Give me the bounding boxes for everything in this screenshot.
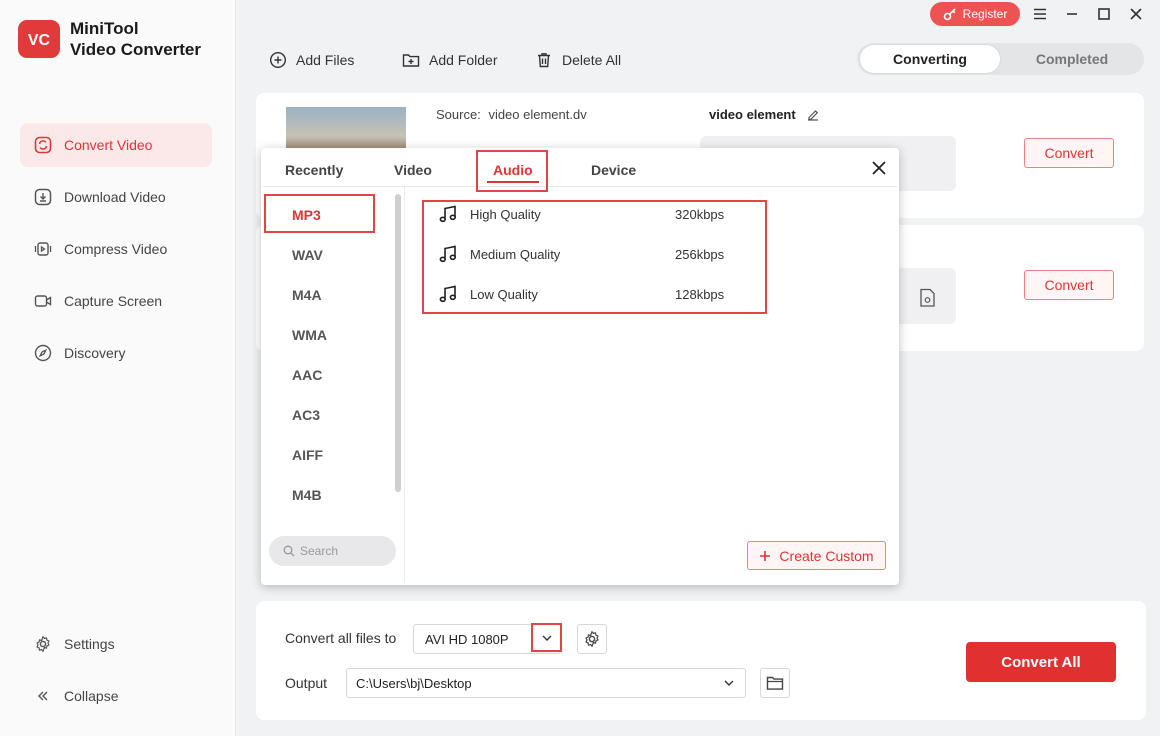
format-list-divider bbox=[404, 187, 405, 583]
sidebar-item-compress-video[interactable]: Compress Video bbox=[20, 227, 212, 271]
sidebar-item-label: Discovery bbox=[64, 345, 126, 361]
tab-recently[interactable]: Recently bbox=[285, 162, 343, 178]
highlight-box-mp3 bbox=[264, 194, 375, 233]
convert-icon bbox=[34, 136, 52, 154]
folder-icon bbox=[766, 675, 784, 691]
close-popup-icon[interactable] bbox=[871, 160, 887, 176]
convert-button[interactable]: Convert bbox=[1024, 138, 1114, 168]
edit-icon[interactable] bbox=[806, 108, 820, 122]
sidebar-item-discovery[interactable]: Discovery bbox=[20, 331, 212, 375]
sidebar-item-capture-screen[interactable]: Capture Screen bbox=[20, 279, 212, 323]
tab-video[interactable]: Video bbox=[394, 162, 432, 178]
sidebar-item-label: Capture Screen bbox=[64, 293, 163, 309]
add-file-icon bbox=[269, 51, 287, 69]
tab-device[interactable]: Device bbox=[591, 162, 636, 178]
sidebar-item-download-video[interactable]: Download Video bbox=[20, 175, 212, 219]
camera-icon bbox=[34, 292, 52, 310]
sidebar-item-convert-video[interactable]: Convert Video bbox=[20, 123, 212, 167]
svg-text:VC: VC bbox=[28, 32, 51, 49]
gear-icon bbox=[34, 635, 52, 653]
app-name-line2: Video Converter bbox=[70, 40, 202, 59]
search-placeholder: Search bbox=[300, 544, 339, 558]
target-name: video element bbox=[709, 107, 820, 122]
sidebar-item-label: Download Video bbox=[64, 189, 166, 205]
add-files-label: Add Files bbox=[296, 52, 355, 68]
gear-icon bbox=[583, 630, 601, 648]
output-path-select[interactable]: C:\Users\bj\Desktop bbox=[346, 668, 746, 698]
search-icon bbox=[283, 545, 295, 557]
delete-all-label: Delete All bbox=[562, 52, 622, 68]
app-name-line1: MiniTool bbox=[70, 19, 139, 38]
format-aac[interactable]: AAC bbox=[292, 367, 322, 383]
close-icon[interactable] bbox=[1126, 4, 1146, 24]
format-m4b[interactable]: M4B bbox=[292, 487, 322, 503]
sidebar-item-label: Compress Video bbox=[64, 241, 168, 257]
popup-divider bbox=[263, 186, 897, 187]
format-list-scrollbar[interactable] bbox=[395, 194, 401, 492]
highlight-box-audio-tab bbox=[476, 150, 548, 192]
format-wma[interactable]: WMA bbox=[292, 327, 327, 343]
create-custom-label: Create Custom bbox=[779, 547, 874, 564]
compass-icon bbox=[34, 344, 52, 362]
format-search-input[interactable]: Search bbox=[269, 536, 396, 566]
format-settings-button[interactable] bbox=[577, 624, 607, 654]
register-label: Register bbox=[962, 7, 1008, 21]
target-format-value: AVI HD 1080P bbox=[425, 631, 509, 647]
output-label: Output bbox=[285, 675, 328, 691]
minimize-icon[interactable] bbox=[1062, 4, 1082, 24]
format-m4a[interactable]: M4A bbox=[292, 287, 322, 303]
browse-folder-button[interactable] bbox=[760, 668, 790, 698]
format-aiff[interactable]: AIFF bbox=[292, 447, 323, 463]
create-custom-button[interactable]: Create Custom bbox=[747, 541, 886, 570]
register-button[interactable]: Register bbox=[930, 2, 1020, 26]
output-path-value: C:\Users\bj\Desktop bbox=[356, 675, 472, 691]
file-settings-icon[interactable] bbox=[919, 288, 937, 308]
source-label: Source: bbox=[436, 107, 481, 122]
source-info: Source: video element.dv bbox=[436, 107, 587, 122]
source-filename: video element.dv bbox=[488, 107, 587, 122]
sidebar-collapse[interactable]: Collapse bbox=[20, 674, 212, 718]
key-icon bbox=[943, 7, 957, 21]
settings-label: Settings bbox=[64, 636, 115, 652]
add-folder-icon bbox=[402, 51, 420, 69]
menu-icon[interactable] bbox=[1030, 4, 1050, 24]
add-files-button[interactable]: Add Files bbox=[269, 48, 354, 72]
format-ac3[interactable]: AC3 bbox=[292, 407, 320, 423]
delete-all-button[interactable]: Delete All bbox=[535, 48, 621, 72]
app-logo: VC bbox=[18, 20, 60, 58]
double-chevron-left-icon bbox=[34, 687, 52, 705]
add-folder-label: Add Folder bbox=[429, 52, 498, 68]
collapse-label: Collapse bbox=[64, 688, 119, 704]
chevron-down-icon bbox=[541, 634, 553, 642]
convert-all-files-label: Convert all files to bbox=[285, 630, 397, 646]
format-wav[interactable]: WAV bbox=[292, 247, 323, 263]
trash-icon bbox=[535, 51, 553, 69]
highlight-box-qualities bbox=[422, 200, 767, 314]
tab-completed[interactable]: Completed bbox=[1002, 45, 1142, 73]
download-icon bbox=[34, 188, 52, 206]
target-filename: video element bbox=[709, 107, 796, 122]
add-folder-button[interactable]: Add Folder bbox=[402, 48, 497, 72]
plus-icon bbox=[759, 550, 771, 562]
convert-button[interactable]: Convert bbox=[1024, 270, 1114, 300]
maximize-icon[interactable] bbox=[1094, 4, 1114, 24]
app-name: MiniTool Video Converter bbox=[70, 18, 201, 60]
sidebar-settings[interactable]: Settings bbox=[20, 622, 212, 666]
chevron-down-icon bbox=[723, 679, 735, 687]
convert-all-button[interactable]: Convert All bbox=[966, 642, 1116, 682]
tab-converting[interactable]: Converting bbox=[860, 45, 1000, 73]
sidebar-item-label: Convert Video bbox=[64, 137, 153, 153]
format-dropdown-button[interactable] bbox=[531, 623, 562, 652]
compress-icon bbox=[34, 240, 52, 258]
